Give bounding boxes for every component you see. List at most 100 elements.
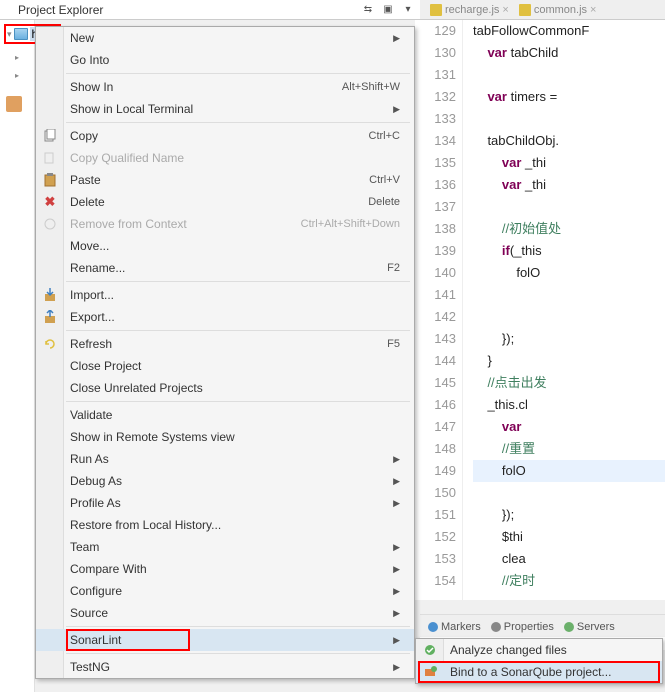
menu-item-validate[interactable]: Validate [36,404,414,426]
chevron-right-icon: ▶ [393,104,400,115]
close-icon[interactable]: × [590,4,596,16]
menu-label: Delete [70,195,105,209]
menu-item-export[interactable]: Export... [36,306,414,328]
menu-item-new[interactable]: New▶ [36,27,414,49]
focus-icon[interactable]: ▣ [380,2,396,18]
project-explorer-title: Project Explorer [18,3,103,17]
menu-label: Debug As [70,474,122,488]
menu-item-configure[interactable]: Configure ▶ [36,580,414,602]
menu-item-source[interactable]: Source▶ [36,602,414,624]
code-content[interactable]: tabFollowCommonF var tabChild var timers… [463,20,665,600]
chevron-right-icon: ▶ [393,542,400,553]
menu-label: Copy Qualified Name [70,151,184,165]
tab-markers[interactable]: Markers [428,621,481,633]
menu-label: Remove from Context [70,217,187,231]
menu-item-restore-from-local-history[interactable]: Restore from Local History... [36,514,414,536]
menu-item-sonarlint[interactable]: SonarLint ▶ [36,629,414,651]
menu-item-show-in-remote-systems-view[interactable]: Show in Remote Systems view [36,426,414,448]
menu-label: Validate [70,408,112,422]
chevron-right-icon: ▶ [393,662,400,673]
menu-item-profile-as[interactable]: Profile As ▶ [36,492,414,514]
menu-label: Close Project [70,359,141,373]
refresh-icon [42,336,58,352]
menu-label: SonarLint [70,633,121,647]
menu-label: Export... [70,310,115,324]
menu-label: Bind to a SonarQube project... [450,665,611,679]
line-gutter: 1291301311321331341351361371381391401411… [415,20,463,600]
submenu-item-bind-to-a-sonarqube-project[interactable]: Bind to a SonarQube project... [416,661,662,683]
menu-label: Paste [70,173,101,187]
file-icon[interactable] [6,96,22,112]
menu-item-team[interactable]: Team ▶ [36,536,414,558]
menu-item-show-in-local-terminal[interactable]: Show in Local Terminal▶ [36,98,414,120]
menu-item-copy-qualified-name: Copy Qualified Name [36,147,414,169]
menu-label: Go Into [70,53,109,67]
chevron-right-icon: ▶ [393,564,400,575]
project-explorer-panel: Project Explorer ⇆ ▣ ▾ [0,0,420,20]
export-icon [42,309,58,325]
folder-icon [14,28,28,40]
chevron-right-icon: ▶ [393,454,400,465]
copy-q-icon [42,150,58,166]
menu-item-compare-with[interactable]: Compare With ▶ [36,558,414,580]
menu-item-copy[interactable]: CopyCtrl+C [36,125,414,147]
menu-item-import[interactable]: Import... [36,284,414,306]
menu-item-run-as[interactable]: Run As▶ [36,448,414,470]
menu-label: Show In [70,80,113,94]
menu-label: Compare With [70,562,147,576]
menu-label: Source [70,606,108,620]
chevron-right-icon: ▶ [393,476,400,487]
menu-item-rename[interactable]: Rename... F2 [36,257,414,279]
submenu-item-analyze-changed-files[interactable]: Analyze changed files [416,639,662,661]
bind-icon [422,664,438,680]
menu-item-refresh[interactable]: Refresh F5 [36,333,414,355]
tab-servers[interactable]: Servers [564,621,615,633]
analyze-icon [422,642,438,658]
menu-item-show-in[interactable]: Show In Alt+Shift+W [36,76,414,98]
menu-item-go-into[interactable]: Go Into [36,49,414,71]
menu-label: Team [70,540,99,554]
shortcut: F2 [387,262,400,274]
tab-properties[interactable]: Properties [491,621,554,633]
menu-label: Profile As [70,496,121,510]
menu-label: Import... [70,288,114,302]
menu-item-remove-from-context: Remove from Context Ctrl+Alt+Shift+Down [36,213,414,235]
tab-label: common.js [534,4,587,16]
close-icon[interactable]: × [502,4,508,16]
paste-icon [42,172,58,188]
view-menu-icon[interactable]: ▾ [400,2,416,18]
expand-icon[interactable]: ▸ [12,70,22,80]
menu-label: Restore from Local History... [70,518,221,532]
menu-label: Rename... [70,261,125,275]
chevron-right-icon: ▶ [393,498,400,509]
remove-icon [42,216,58,232]
shortcut: F5 [387,338,400,350]
chevron-right-icon: ▶ [393,635,400,646]
shortcut: Alt+Shift+W [342,81,400,93]
menu-item-close-unrelated-projects[interactable]: Close Unrelated Projects [36,377,414,399]
chevron-right-icon: ▶ [393,33,400,44]
chevron-right-icon: ▶ [393,586,400,597]
sonarlint-submenu: Analyze changed files Bind to a SonarQube… [415,638,663,684]
copy-icon [42,128,58,144]
code-editor[interactable]: 1291301311321331341351361371381391401411… [415,20,665,600]
expand-icon[interactable]: ▸ [12,52,22,62]
menu-item-move[interactable]: Move... [36,235,414,257]
collapse-icon[interactable]: ▾ [7,29,12,40]
menu-item-testng[interactable]: TestNG▶ [36,656,414,678]
menu-item-paste[interactable]: Paste Ctrl+V [36,169,414,191]
link-icon[interactable]: ⇆ [360,2,376,18]
menu-item-close-project[interactable]: Close Project [36,355,414,377]
shortcut: Delete [368,196,400,208]
menu-label: Configure [70,584,122,598]
menu-item-debug-as[interactable]: Debug As ▶ [36,470,414,492]
tab-recharge[interactable]: recharge.js × [426,3,513,17]
shortcut: Ctrl+V [369,174,400,186]
project-tree[interactable]: ▾ html ▸ ▸ [0,20,35,692]
shortcut: Ctrl+Alt+Shift+Down [301,218,400,230]
menu-label: Show in Remote Systems view [70,430,235,444]
import-icon [42,287,58,303]
tab-common[interactable]: common.js × [515,3,601,17]
menu-item-delete[interactable]: ✖DeleteDelete [36,191,414,213]
menu-label: Refresh [70,337,112,351]
